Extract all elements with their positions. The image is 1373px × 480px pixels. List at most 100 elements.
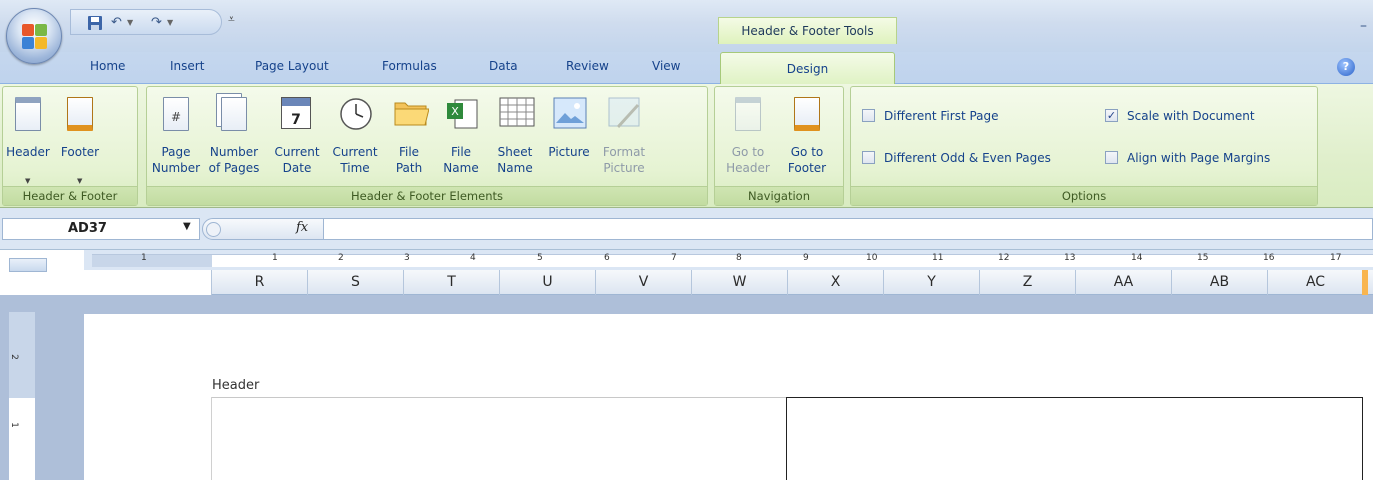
- page-number-label: Page Number: [151, 145, 201, 175]
- column-header-ac[interactable]: AC: [1267, 270, 1363, 295]
- office-button[interactable]: [6, 8, 62, 64]
- ruler-number: 1: [141, 253, 147, 263]
- group-header-footer: Header ▼ Footer ▼ Header & Footer: [2, 86, 138, 206]
- header-button[interactable]: Header ▼: [3, 87, 53, 186]
- column-header-y[interactable]: Y: [883, 270, 979, 295]
- footer-button[interactable]: Footer ▼: [53, 87, 107, 186]
- title-bar: ↶ ▼ ↷ ▼ ⩡ Header & Footer Tools –: [0, 0, 1373, 52]
- ruler-number: 16: [1263, 253, 1275, 263]
- group-label-header-footer: Header & Footer: [3, 186, 137, 205]
- ruler-number: 13: [1064, 253, 1076, 263]
- ruler-number: 17: [1330, 253, 1342, 263]
- file-path-button[interactable]: File Path: [383, 87, 435, 186]
- header-button-label: Header: [6, 145, 50, 159]
- chevron-down-icon: ▼: [25, 177, 31, 185]
- name-box-value: AD37: [68, 221, 107, 236]
- go-to-header-label: Go to Header: [726, 145, 770, 175]
- number-of-pages-icon: [218, 97, 250, 131]
- format-picture-icon: [608, 97, 640, 131]
- group-label-elements: Header & Footer Elements: [147, 186, 707, 205]
- tab-view[interactable]: View: [652, 59, 680, 73]
- checkbox-unchecked-icon: [862, 109, 875, 122]
- column-header-s[interactable]: S: [307, 270, 403, 295]
- current-date-label: Current Date: [274, 145, 320, 175]
- customize-qat-icon[interactable]: ⩡: [228, 12, 235, 27]
- go-to-footer-label: Go to Footer: [787, 145, 827, 175]
- clock-icon: [339, 97, 372, 131]
- select-all-corner[interactable]: [9, 258, 47, 272]
- page-number-button[interactable]: # Page Number: [151, 87, 201, 186]
- ruler-number: 12: [998, 253, 1010, 263]
- column-header-v[interactable]: V: [595, 270, 691, 295]
- footer-icon: [64, 97, 96, 131]
- current-time-label: Current Time: [332, 145, 378, 175]
- formula-input[interactable]: [324, 218, 1373, 240]
- number-of-pages-button[interactable]: Number of Pages: [201, 87, 267, 186]
- name-box[interactable]: AD37 ▼: [2, 218, 200, 240]
- undo-icon[interactable]: ↶: [111, 14, 122, 32]
- number-of-pages-label: Number of Pages: [208, 145, 260, 175]
- ruler-number: 1: [272, 253, 278, 263]
- ruler-number: 8: [736, 253, 742, 263]
- tab-review[interactable]: Review: [566, 59, 609, 73]
- redo-dropdown-icon[interactable]: ▼: [167, 14, 173, 32]
- column-header-w[interactable]: W: [691, 270, 787, 295]
- ruler-number: 9: [803, 253, 809, 263]
- format-picture-label: Format Picture: [602, 145, 646, 175]
- go-to-header-icon: [732, 97, 764, 131]
- help-icon[interactable]: ?: [1337, 58, 1355, 76]
- chevron-down-icon[interactable]: ▼: [183, 221, 191, 232]
- column-header-aa[interactable]: AA: [1075, 270, 1171, 295]
- column-header-t[interactable]: T: [403, 270, 499, 295]
- ruler-number: 1: [8, 422, 19, 428]
- ruler-number: 10: [866, 253, 878, 263]
- column-header-ab[interactable]: AB: [1171, 270, 1267, 295]
- go-to-footer-icon: [791, 97, 823, 131]
- selected-column-edge: [1362, 270, 1368, 295]
- file-name-label: File Name: [443, 145, 479, 175]
- footer-button-label: Footer: [60, 145, 100, 159]
- header-icon: [12, 97, 44, 131]
- ruler-number: 2: [8, 354, 19, 360]
- tab-design[interactable]: Design: [720, 52, 895, 85]
- column-header-x[interactable]: X: [787, 270, 883, 295]
- checkbox-unchecked-icon: [1105, 151, 1118, 164]
- ruler-number: 4: [470, 253, 476, 263]
- checkbox-unchecked-icon: [862, 151, 875, 164]
- ruler-number: 3: [404, 253, 410, 263]
- insert-function-icon[interactable]: fx: [296, 220, 308, 235]
- sheet-name-button[interactable]: Sheet Name: [487, 87, 543, 186]
- current-time-button[interactable]: Current Time: [327, 87, 383, 186]
- column-header-z[interactable]: Z: [979, 270, 1075, 295]
- ruler-number: 2: [338, 253, 344, 263]
- picture-button[interactable]: Picture: [543, 87, 595, 186]
- tab-formulas[interactable]: Formulas: [382, 59, 437, 73]
- minimize-icon[interactable]: –: [1360, 18, 1367, 34]
- undo-dropdown-icon[interactable]: ▼: [127, 14, 133, 32]
- svg-text:X: X: [451, 105, 459, 118]
- file-name-button[interactable]: X File Name: [435, 87, 487, 186]
- group-navigation: Go to Header Go to Footer Navigation: [714, 86, 844, 206]
- go-to-footer-button[interactable]: Go to Footer: [777, 87, 837, 186]
- ruler-number: 7: [671, 253, 677, 263]
- current-date-button[interactable]: 7 Current Date: [267, 87, 327, 186]
- tab-data[interactable]: Data: [489, 59, 518, 73]
- header-right-section-input[interactable]: [786, 397, 1363, 480]
- column-header-u[interactable]: U: [499, 270, 595, 295]
- expand-handle-icon[interactable]: [206, 222, 221, 237]
- tab-page-layout[interactable]: Page Layout: [255, 59, 329, 73]
- group-options: Different First Page ✓ Scale with Docume…: [850, 86, 1318, 206]
- redo-icon[interactable]: ↷: [151, 14, 162, 32]
- file-path-label: File Path: [395, 145, 423, 175]
- save-icon[interactable]: [87, 14, 103, 32]
- header-section-label: Header: [212, 378, 260, 393]
- tab-home[interactable]: Home: [90, 59, 125, 73]
- folder-icon: [393, 97, 430, 131]
- ribbon-tabs: Home Insert Page Layout Formulas Data Re…: [0, 52, 1373, 85]
- header-footer-tools-label: Header & Footer Tools: [718, 17, 897, 44]
- tab-insert[interactable]: Insert: [170, 59, 204, 73]
- ruler-number: 11: [932, 253, 944, 263]
- ruler-number: 6: [604, 253, 610, 263]
- quick-access-toolbar: ↶ ▼ ↷ ▼: [70, 9, 222, 35]
- column-header-r[interactable]: R: [211, 270, 307, 295]
